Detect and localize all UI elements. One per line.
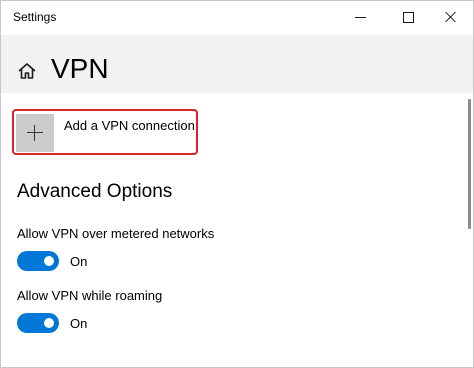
toggle-knob <box>44 318 54 328</box>
roaming-label: Allow VPN while roaming <box>17 288 163 303</box>
page-header: VPN <box>1 35 473 93</box>
roaming-toggle[interactable] <box>17 313 59 333</box>
close-icon <box>445 11 457 23</box>
metered-networks-state: On <box>70 254 88 269</box>
settings-window: Settings VPN Add a VPN connection Advanc… <box>0 0 474 368</box>
maximize-icon <box>402 11 414 23</box>
page-title: VPN <box>51 53 109 84</box>
metered-networks-label: Allow VPN over metered networks <box>17 226 215 241</box>
toggle-knob <box>44 256 54 266</box>
title-bar[interactable]: Settings <box>1 1 473 35</box>
add-vpn-connection-button[interactable]: Add a VPN connection <box>12 109 198 155</box>
add-tile <box>16 114 54 152</box>
home-icon[interactable] <box>17 61 37 81</box>
advanced-options-heading: Advanced Options <box>17 181 173 202</box>
plus-icon <box>27 125 43 141</box>
add-vpn-label: Add a VPN connection <box>64 118 195 133</box>
maximize-button[interactable] <box>385 1 431 33</box>
main-content: Add a VPN connection Advanced Options Al… <box>1 93 473 367</box>
vertical-scrollbar[interactable] <box>468 99 471 229</box>
close-button[interactable] <box>428 1 473 33</box>
minimize-icon <box>354 16 366 18</box>
roaming-state: On <box>70 316 88 331</box>
metered-networks-toggle[interactable] <box>17 251 59 271</box>
window-title: Settings <box>13 10 57 24</box>
minimize-button[interactable] <box>337 1 383 33</box>
